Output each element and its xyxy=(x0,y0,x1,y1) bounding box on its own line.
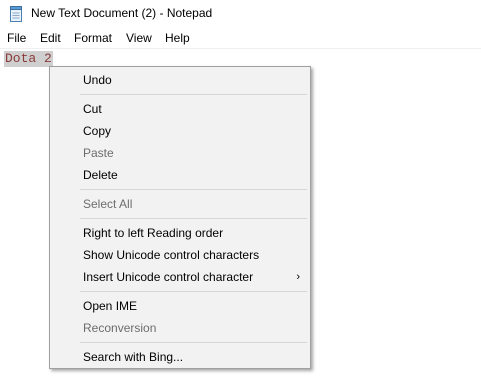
menu-separator xyxy=(80,218,307,219)
menu-item-search-with-bing[interactable]: Search with Bing... xyxy=(50,346,310,368)
selected-text[interactable]: Dota 2 xyxy=(4,51,53,67)
chevron-right-icon: › xyxy=(296,271,300,283)
insert-unicode-label: Insert Unicode control character xyxy=(83,270,254,284)
menu-item-cut[interactable]: Cut xyxy=(50,98,310,120)
menu-separator xyxy=(80,342,307,343)
context-menu: Undo Cut Copy Paste Delete Select All Ri… xyxy=(49,66,311,369)
menu-format[interactable]: Format xyxy=(74,31,112,45)
menu-separator xyxy=(80,94,307,95)
menu-item-show-unicode-control[interactable]: Show Unicode control characters xyxy=(50,244,310,266)
menu-item-reconversion: Reconversion xyxy=(83,321,157,335)
menu-item-insert-unicode-control[interactable]: Insert Unicode control character › xyxy=(50,266,310,288)
menu-item-select-all: Select All xyxy=(83,197,133,211)
menu-file[interactable]: File xyxy=(7,31,26,45)
menu-bar: File Edit Format View Help xyxy=(0,29,481,49)
menu-item-rtl-reading-order[interactable]: Right to left Reading order xyxy=(50,222,310,244)
window-title: New Text Document (2) - Notepad xyxy=(31,6,213,20)
title-bar[interactable]: New Text Document (2) - Notepad xyxy=(0,0,481,29)
notepad-icon xyxy=(9,6,23,22)
menu-item-open-ime[interactable]: Open IME xyxy=(50,295,310,317)
menu-item-copy[interactable]: Copy xyxy=(50,120,310,142)
notepad-window: New Text Document (2) - Notepad File Edi… xyxy=(0,0,481,391)
menu-separator xyxy=(80,291,307,292)
menu-help[interactable]: Help xyxy=(165,31,190,45)
menu-edit[interactable]: Edit xyxy=(40,31,61,45)
menu-separator xyxy=(80,189,307,190)
menu-item-paste: Paste xyxy=(83,146,114,160)
menu-item-undo[interactable]: Undo xyxy=(50,69,310,91)
menu-item-delete[interactable]: Delete xyxy=(50,164,310,186)
menu-view[interactable]: View xyxy=(126,31,152,45)
